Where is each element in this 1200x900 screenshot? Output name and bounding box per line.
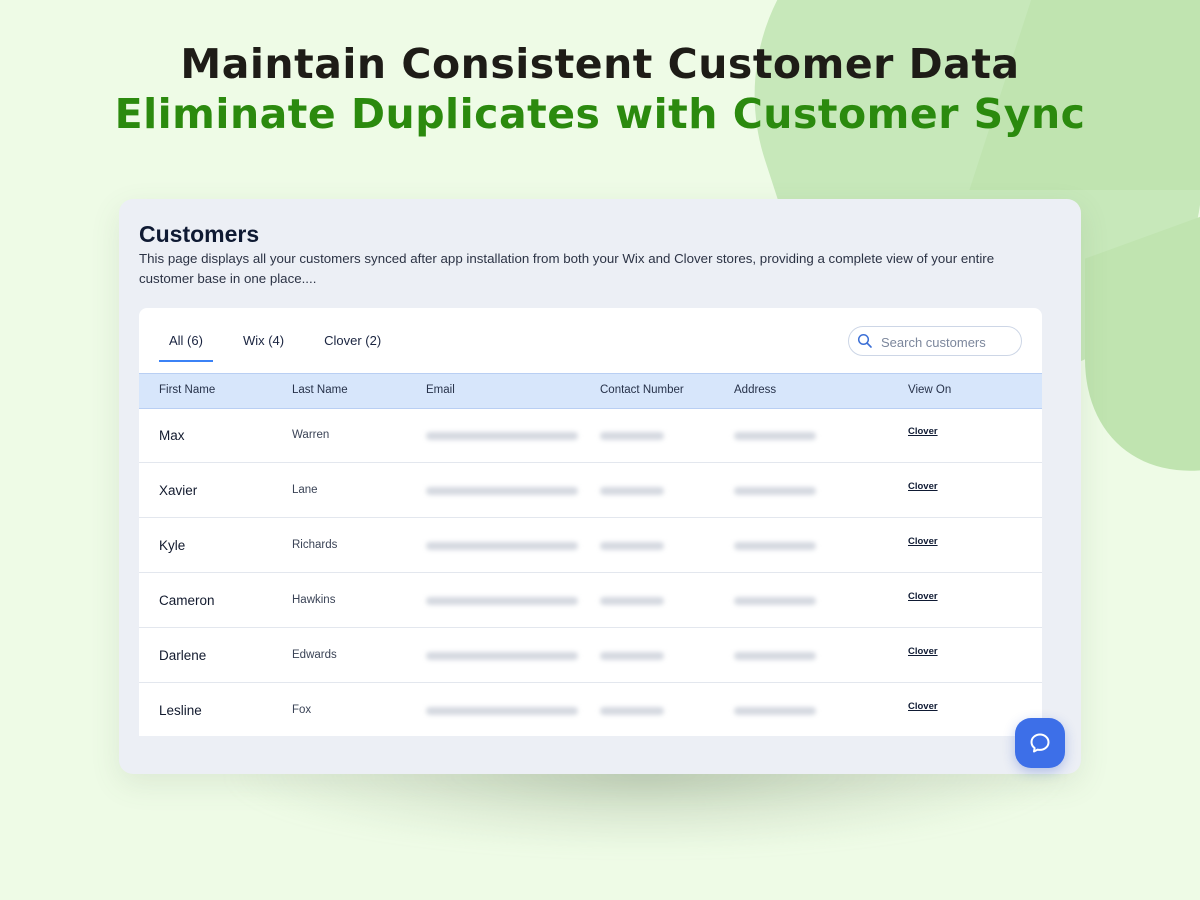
headline-secondary: Eliminate Duplicates with Customer Sync bbox=[114, 90, 1086, 138]
page-description: This page displays all your customers sy… bbox=[139, 251, 995, 286]
cell-phone-redacted bbox=[600, 542, 664, 550]
cell-last-name: Warren bbox=[292, 429, 330, 441]
cell-email-redacted bbox=[426, 487, 578, 495]
cell-phone-redacted bbox=[600, 652, 664, 660]
search-box[interactable] bbox=[848, 326, 1022, 356]
table-row[interactable]: Lesline Fox Clover bbox=[139, 683, 1042, 736]
view-on-link[interactable]: Clover bbox=[908, 701, 938, 712]
tab-wix[interactable]: Wix (4) bbox=[233, 308, 294, 360]
customers-card: All (6) Wix (4) Clover (2) First Name La… bbox=[139, 308, 1042, 736]
cell-address-redacted bbox=[734, 487, 816, 495]
tab-all[interactable]: All (6) bbox=[159, 308, 213, 362]
cell-address-redacted bbox=[734, 707, 816, 715]
view-on-link[interactable]: Clover bbox=[908, 591, 938, 602]
tab-clover[interactable]: Clover (2) bbox=[314, 308, 391, 360]
column-header-view-on: View On bbox=[908, 384, 952, 396]
cell-last-name: Hawkins bbox=[292, 594, 336, 606]
cell-phone-redacted bbox=[600, 432, 664, 440]
table-row[interactable]: Kyle Richards Clover bbox=[139, 518, 1042, 573]
cell-first-name: Kyle bbox=[159, 538, 186, 553]
cell-last-name: Richards bbox=[292, 539, 338, 551]
chat-button[interactable] bbox=[1015, 718, 1065, 768]
column-header-email: Email bbox=[426, 384, 455, 396]
cell-phone-redacted bbox=[600, 597, 664, 605]
cell-phone-redacted bbox=[600, 707, 664, 715]
cell-last-name: Fox bbox=[292, 704, 312, 716]
table-row[interactable]: Cameron Hawkins Clover bbox=[139, 573, 1042, 628]
view-on-link[interactable]: Clover bbox=[908, 481, 938, 492]
column-header-contact-number: Contact Number bbox=[600, 384, 684, 396]
table-header: First Name Last Name Email Contact Numbe… bbox=[139, 373, 1042, 409]
cell-email-redacted bbox=[426, 707, 578, 715]
view-on-link[interactable]: Clover bbox=[908, 426, 938, 437]
cell-last-name: Lane bbox=[292, 484, 318, 496]
headline-primary: Maintain Consistent Customer Data bbox=[180, 40, 1020, 88]
cell-email-redacted bbox=[426, 432, 578, 440]
cell-address-redacted bbox=[734, 432, 816, 440]
table-body: Max Warren Clover Xavier Lane Clover Kyl… bbox=[139, 408, 1042, 736]
filter-tabs: All (6) Wix (4) Clover (2) bbox=[159, 308, 411, 362]
cell-address-redacted bbox=[734, 652, 816, 660]
cell-last-name: Edwards bbox=[292, 649, 337, 661]
table-row[interactable]: Xavier Lane Clover bbox=[139, 463, 1042, 518]
table-row[interactable]: Darlene Edwards Clover bbox=[139, 628, 1042, 683]
search-input[interactable] bbox=[879, 331, 1019, 353]
table-row[interactable]: Max Warren Clover bbox=[139, 408, 1042, 463]
cell-address-redacted bbox=[734, 542, 816, 550]
cell-phone-redacted bbox=[600, 487, 664, 495]
view-on-link[interactable]: Clover bbox=[908, 646, 938, 657]
cell-first-name: Lesline bbox=[159, 703, 202, 718]
cell-email-redacted bbox=[426, 652, 578, 660]
search-icon bbox=[857, 333, 872, 348]
cell-first-name: Max bbox=[159, 428, 185, 443]
column-header-address: Address bbox=[734, 384, 777, 396]
cell-address-redacted bbox=[734, 597, 816, 605]
view-on-link[interactable]: Clover bbox=[908, 536, 938, 547]
page-title: Customers bbox=[139, 221, 260, 247]
chat-bubble-icon bbox=[1030, 733, 1050, 753]
cell-email-redacted bbox=[426, 597, 578, 605]
cell-first-name: Cameron bbox=[159, 593, 215, 608]
cell-email-redacted bbox=[426, 542, 578, 550]
cell-first-name: Xavier bbox=[159, 483, 198, 498]
column-header-last-name: Last Name bbox=[292, 384, 348, 396]
cell-first-name: Darlene bbox=[159, 648, 207, 663]
column-header-first-name: First Name bbox=[159, 384, 216, 396]
customers-panel: Customers This page displays all your cu… bbox=[119, 199, 1081, 774]
